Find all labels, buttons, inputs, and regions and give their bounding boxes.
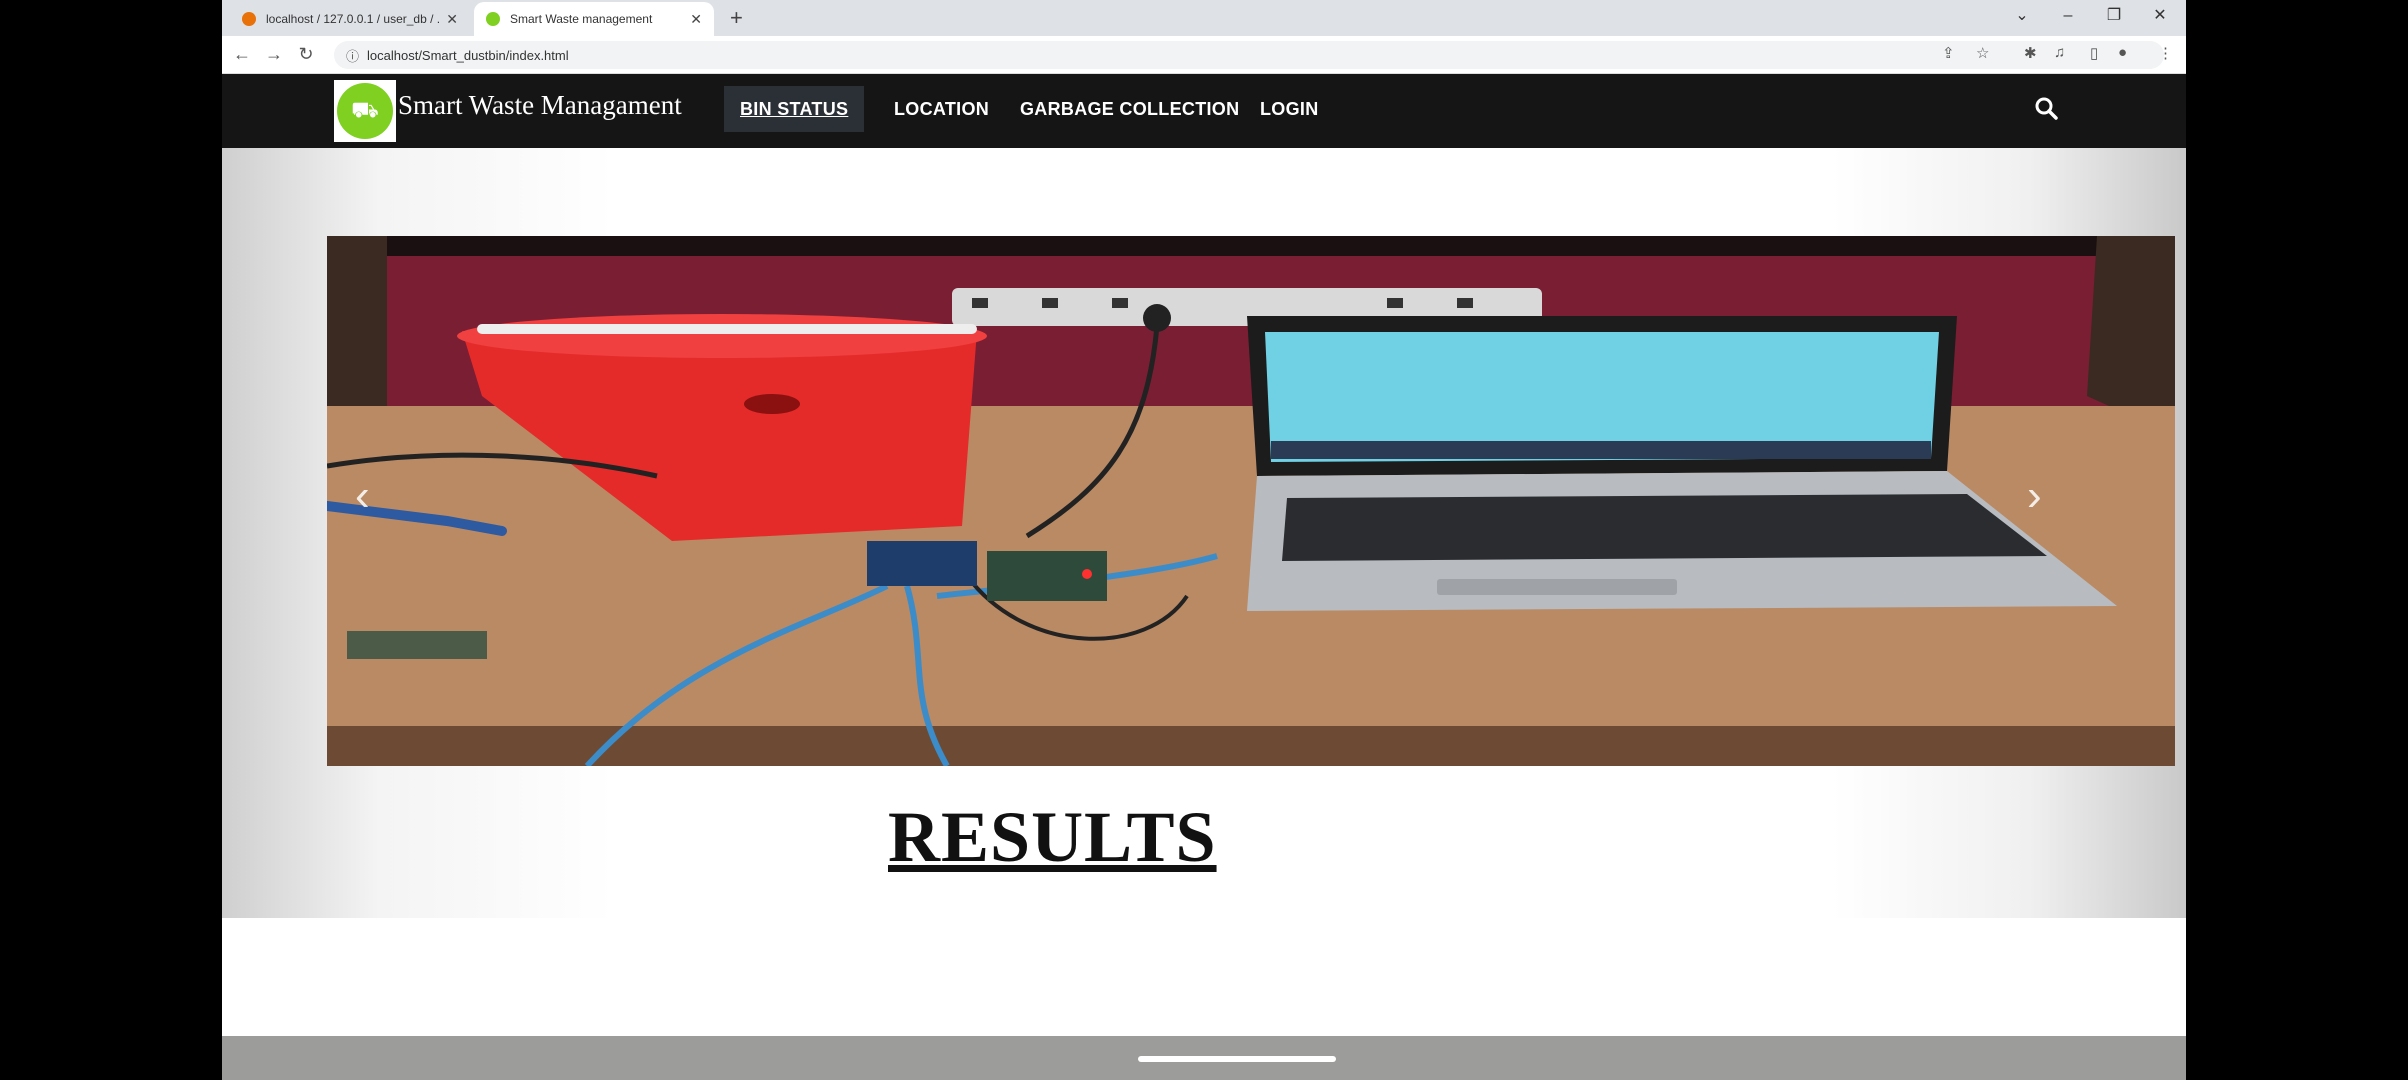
browser-window: localhost / 127.0.0.1 / user_db / ... ✕ … [222,0,2186,1080]
close-tab-icon[interactable]: ✕ [446,11,458,28]
reload-button[interactable]: ↻ [292,42,320,66]
forward-button[interactable]: → [260,42,288,66]
media-icon[interactable]: ♫ [2054,44,2065,61]
nav-login[interactable]: LOGIN [1244,86,1335,132]
system-navigation-bar [222,1036,2186,1080]
url-text[interactable]: localhost/Smart_dustbin/index.html [367,48,569,63]
profile-icon[interactable]: ● [2118,44,2127,61]
nav-location[interactable]: LOCATION [878,86,1005,132]
carousel-next-button[interactable]: › [2027,471,2042,521]
minimize-button[interactable]: – [2048,4,2088,28]
restore-button[interactable]: ❐ [2094,4,2134,28]
carousel-prev-button[interactable]: ‹ [355,471,370,521]
site-navbar: ⛟ Smart Waste Managament BIN STATUS LOCA… [222,74,2186,148]
back-button[interactable]: ← [228,42,256,66]
logo[interactable]: ⛟ [334,80,396,142]
tab-phpmyadmin[interactable]: localhost / 127.0.0.1 / user_db / ... ✕ [230,2,470,36]
share-icon[interactable]: ⇪ [1942,44,1955,62]
search-icon[interactable] [2032,94,2062,124]
tab-title: localhost / 127.0.0.1 / user_db / ... [266,12,441,26]
nav-bin-status[interactable]: BIN STATUS [724,86,865,132]
tab-title: Smart Waste management [510,12,653,26]
main-content: ‹ › RESULTS [222,148,2186,918]
extensions-icon[interactable]: ✱ [2024,44,2037,62]
sidepanel-icon[interactable]: ▯ [2090,44,2098,62]
new-tab-button[interactable]: + [730,6,743,30]
prototype-photo [327,236,2175,766]
image-carousel: ‹ › [327,236,2175,766]
brand-name[interactable]: Smart Waste Managament [398,90,682,121]
tab-smart-waste[interactable]: Smart Waste management ✕ [474,2,714,36]
close-window-button[interactable]: ✕ [2140,4,2180,28]
truck-icon: ⛟ [337,83,393,139]
star-icon[interactable]: ☆ [1976,44,1989,62]
omnibox[interactable]: ⓘ localhost/Smart_dustbin/index.html [334,41,2164,69]
gesture-handle[interactable] [1138,1056,1336,1062]
nav-garbage-collection[interactable]: GARBAGE COLLECTION [1004,86,1255,132]
address-bar-row: ← → ↻ ⓘ localhost/Smart_dustbin/index.ht… [222,36,2186,74]
close-tab-icon[interactable]: ✕ [690,11,702,28]
tab-search-icon[interactable]: ⌄ [2002,4,2042,28]
tab-strip: localhost / 127.0.0.1 / user_db / ... ✕ … [222,0,2186,36]
smart-waste-favicon-icon [486,12,500,26]
phpmyadmin-favicon-icon [242,12,256,26]
site-info-icon[interactable]: ⓘ [346,46,359,65]
results-heading: RESULTS [888,797,1217,877]
menu-icon[interactable]: ⋮ [2158,44,2173,62]
